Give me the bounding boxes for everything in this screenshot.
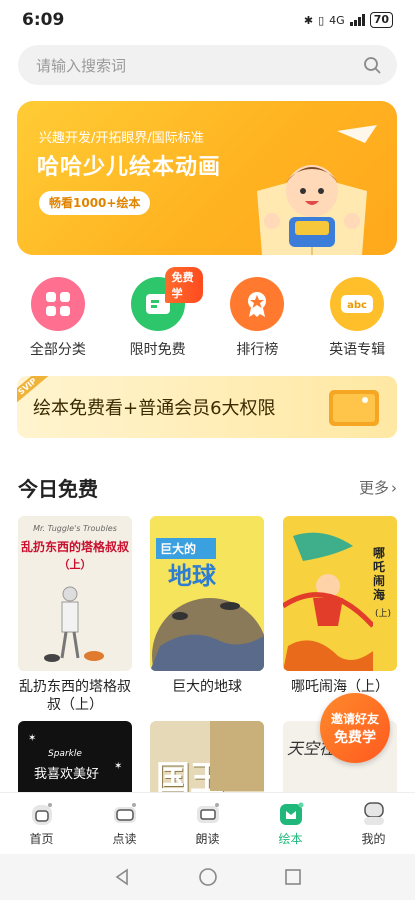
search-bar[interactable]: 请输入搜索词	[18, 45, 397, 85]
tab-label[interactable]: 我的	[361, 830, 385, 847]
battery-icon: 70	[369, 12, 393, 28]
tab-picture-book[interactable]: 绘本	[261, 801, 321, 847]
more-label[interactable]: 更多	[359, 477, 389, 498]
svg-text:abc: abc	[347, 300, 367, 311]
category-ranking[interactable]: 排行榜	[212, 277, 302, 359]
cover-title: 我喜欢美好	[34, 767, 100, 782]
more-link[interactable]: 更多 ›	[359, 477, 397, 498]
book-cover[interactable]: Mr. Tuggle's Troubles 乱扔东西的塔格叔叔 （上）	[18, 516, 132, 671]
book-card[interactable]: 巨大的 地球 巨大的地球	[150, 516, 264, 696]
system-nav-bar	[0, 854, 415, 900]
tab-label[interactable]: 首页	[29, 830, 53, 847]
book-title[interactable]: 巨大的地球	[150, 678, 264, 696]
banner-title: 哈哈少儿绘本动画	[37, 155, 222, 180]
tab-read-point[interactable]: 点读	[95, 801, 155, 847]
invite-line2[interactable]: 免费学	[334, 727, 376, 747]
bottom-tab-bar: 首页 点读 朗读 绘本 我的	[0, 792, 415, 854]
book-cover[interactable]: Sparkle 我喜欢美好 ✶ ✶	[18, 721, 132, 792]
abc-icon[interactable]: abc	[330, 277, 385, 331]
vibrate-icon: ▯	[318, 13, 325, 27]
search-placeholder[interactable]: 请输入搜索词	[36, 55, 126, 76]
bluetooth-icon: ✱	[303, 13, 314, 27]
book-cover[interactable]: 哪吒闹海 (上)	[283, 516, 397, 671]
section-title: 今日免费	[18, 477, 98, 501]
book-card[interactable]: 国王	[150, 721, 264, 792]
tab-read-aloud[interactable]: 朗读	[178, 801, 238, 847]
tab-profile[interactable]: 我的	[344, 801, 404, 847]
kid-reading-illustration	[257, 125, 377, 255]
status-bar: 6:09 ✱ ▯ 4G 70	[0, 0, 415, 40]
tab-home[interactable]: 首页	[12, 801, 72, 847]
book-card[interactable]: 哪吒闹海 (上) 哪吒闹海（上）	[283, 516, 397, 696]
book-illustration-icon	[329, 390, 379, 426]
book-card[interactable]: Mr. Tuggle's Troubles 乱扔东西的塔格叔叔 （上） 乱扔东西…	[18, 516, 132, 714]
tab-label[interactable]: 朗读	[195, 830, 219, 847]
category-all[interactable]: 全部分类	[13, 277, 103, 359]
picture-book-icon[interactable]	[277, 801, 305, 827]
tab-label[interactable]: 点读	[112, 830, 136, 847]
book-title[interactable]: 哪吒闹海（上）	[283, 678, 397, 696]
home-icon[interactable]	[28, 801, 56, 827]
category-english[interactable]: abc 英语专辑	[312, 277, 402, 359]
cover-subtitle: （上）	[58, 558, 92, 571]
ribbon-icon[interactable]	[230, 277, 285, 331]
sparkle-icon: ✶	[28, 733, 37, 744]
network-label: 4G	[329, 13, 345, 27]
category-row: 全部分类 免费学 限时免费 排行榜 abc 英语专辑	[0, 267, 415, 359]
book-cover[interactable]: 国王	[150, 721, 264, 792]
status-time: 6:09	[22, 10, 65, 30]
cover-title: 哪吒闹海	[373, 546, 386, 602]
cover-title: 乱扔东西的塔格叔叔	[20, 540, 129, 554]
category-limited-free[interactable]: 免费学 限时免费	[113, 267, 203, 359]
grid-icon[interactable]	[30, 277, 85, 331]
cover-en-title: Mr. Tuggle's Troubles	[33, 524, 117, 533]
book-card[interactable]: Sparkle 我喜欢美好 ✶ ✶	[18, 721, 132, 792]
search-icon[interactable]	[363, 56, 381, 74]
cover-illustration	[44, 586, 104, 662]
book-cover[interactable]: 巨大的 地球	[150, 516, 264, 671]
promo-banner[interactable]: 兴趣开发/开拓眼界/国际标准 哈哈少儿绘本动画 畅看1000+绘本	[17, 101, 397, 255]
profile-icon[interactable]	[360, 801, 388, 827]
read-icon[interactable]	[111, 801, 139, 827]
nezha-illustration	[283, 532, 373, 671]
main-content: 请输入搜索词 兴趣开发/开拓眼界/国际标准 哈哈少儿绘本动画 畅看1000+绘本	[0, 40, 415, 792]
today-free-header: 今日免费 更多 ›	[18, 473, 397, 502]
tab-label[interactable]: 绘本	[278, 830, 302, 847]
sparkle-icon: ✶	[114, 761, 123, 772]
cover-en-title: Sparkle	[48, 749, 82, 759]
category-label: 英语专辑	[329, 342, 386, 358]
category-label: 排行榜	[236, 342, 279, 358]
back-icon[interactable]	[113, 867, 133, 887]
banner-subtitle: 兴趣开发/开拓眼界/国际标准	[39, 131, 204, 146]
book-title[interactable]: 乱扔东西的塔格叔叔（上）	[18, 678, 132, 714]
globe-illustration	[150, 598, 264, 671]
banner-pill: 畅看1000+绘本	[39, 191, 151, 215]
tv-icon[interactable]	[194, 801, 222, 827]
category-label: 全部分类	[29, 342, 86, 358]
cover-art	[210, 721, 264, 791]
vip-banner[interactable]: SVIP 绘本免费看+普通会员6大权限	[17, 376, 397, 438]
category-label: 限时免费	[129, 342, 186, 358]
vip-text: 绘本免费看+普通会员6大权限	[33, 398, 276, 419]
home-circle-icon[interactable]	[198, 867, 218, 887]
cover-subtitle: (上)	[374, 609, 391, 619]
free-tag-badge: 免费学	[164, 267, 203, 303]
invite-line1[interactable]: 邀请好友	[331, 710, 379, 727]
status-icons: ✱ ▯ 4G 70	[304, 12, 393, 28]
chevron-right-icon[interactable]: ›	[391, 479, 397, 497]
signal-icon	[349, 14, 365, 26]
invite-friends-button[interactable]: 邀请好友 免费学	[320, 693, 390, 763]
recents-icon[interactable]	[283, 867, 303, 887]
